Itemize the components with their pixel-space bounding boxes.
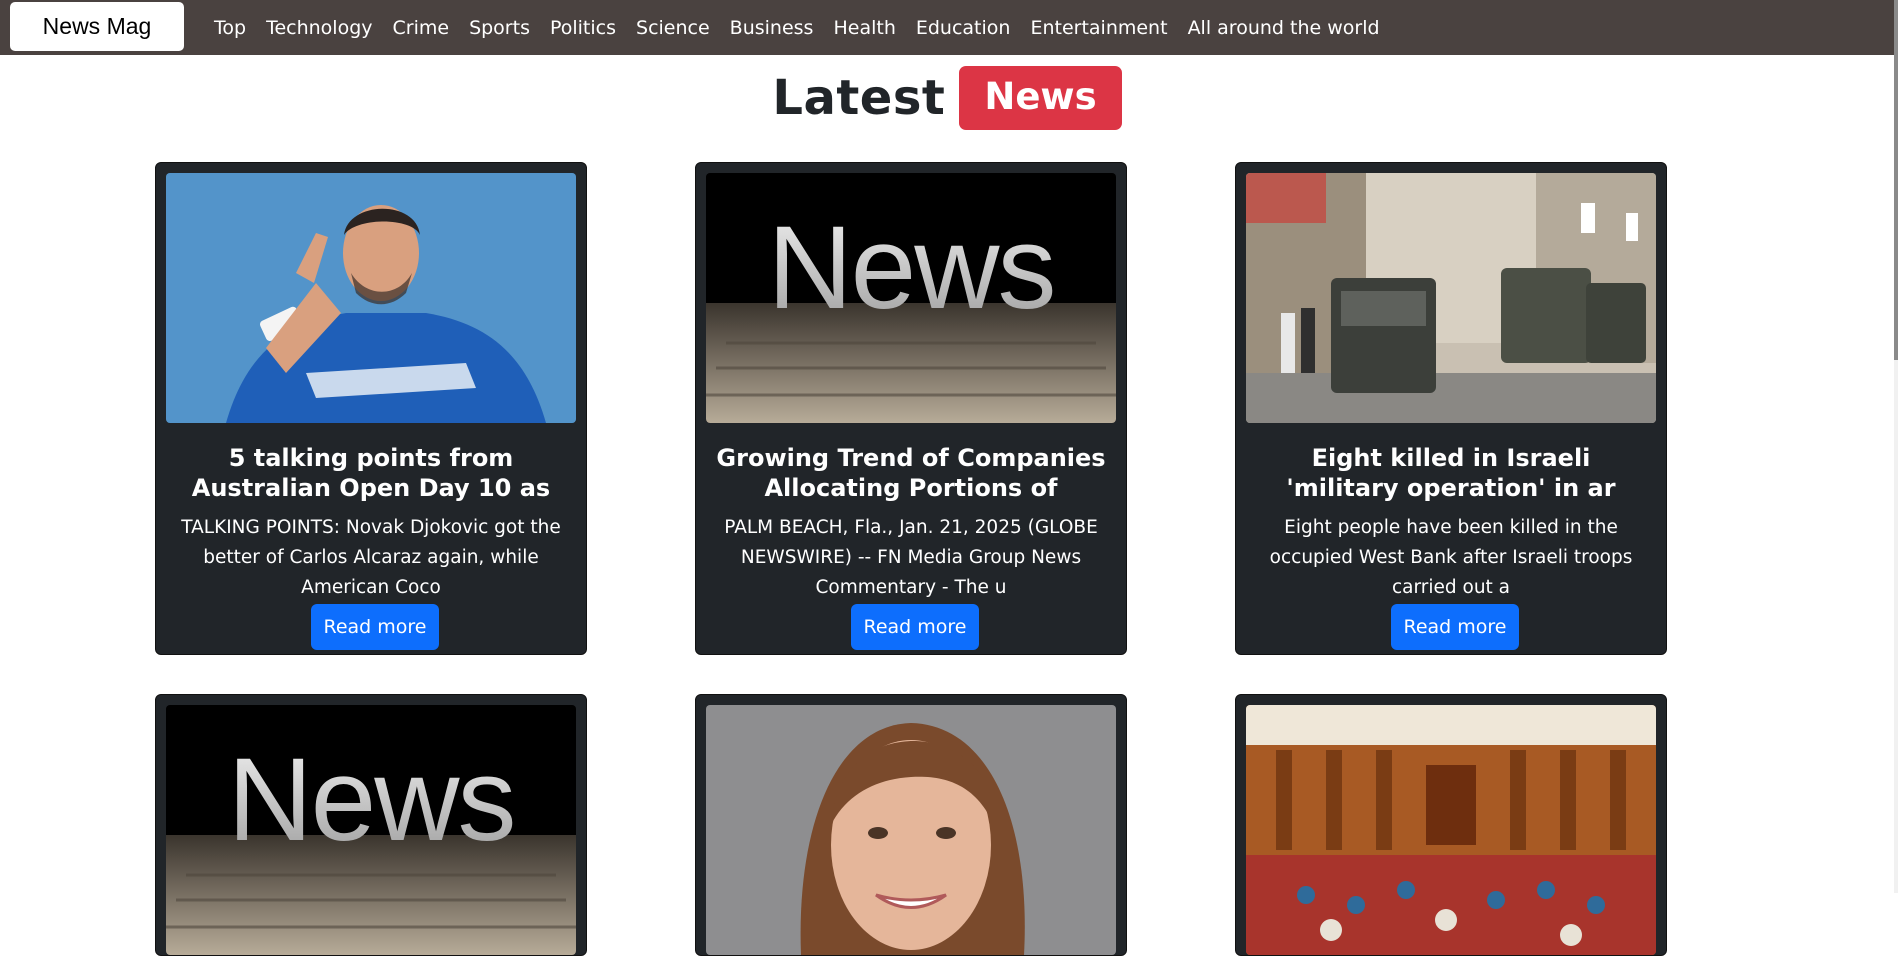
news-badge: News [959, 66, 1122, 130]
nav-link-world[interactable]: All around the world [1188, 17, 1380, 39]
card-image-chamber [1246, 705, 1656, 955]
card-title[interactable]: Growing Trend of Companies Allocating Po… [716, 443, 1106, 503]
nav-link-entertainment[interactable]: Entertainment [1030, 17, 1167, 39]
brand-logo[interactable]: News Mag [10, 2, 184, 51]
scrollbar-thumb[interactable] [1894, 0, 1898, 360]
card-image-portrait [706, 705, 1116, 955]
card-image-west-bank [1246, 173, 1656, 423]
nav-link-education[interactable]: Education [916, 17, 1011, 39]
news-card: Eight killed in Israeli 'military operat… [1235, 162, 1667, 655]
heading-latest: Latest [772, 70, 946, 126]
nav-link-health[interactable]: Health [833, 17, 895, 39]
card-image-news-placeholder: News [166, 705, 576, 955]
nav-link-politics[interactable]: Politics [550, 17, 616, 39]
news-card [1235, 694, 1667, 956]
card-description: Eight people have been killed in the occ… [1269, 517, 1633, 598]
nav-link-crime[interactable]: Crime [393, 17, 450, 39]
navbar: News Mag Top Technology Crime Sports Pol… [0, 0, 1894, 55]
news-card [695, 694, 1127, 956]
card-description: TALKING POINTS: Novak Djokovic got the b… [181, 517, 561, 598]
nav-link-business[interactable]: Business [730, 17, 814, 39]
card-title[interactable]: Eight killed in Israeli 'military operat… [1256, 443, 1646, 503]
svg-text:News: News [767, 202, 1054, 334]
page-scrollbar[interactable] [1894, 0, 1898, 893]
news-card: 5 talking points from Australian Open Da… [155, 162, 587, 655]
news-card: News Growing Trend of Companies Allocati… [695, 162, 1127, 655]
card-title[interactable]: 5 talking points from Australian Open Da… [176, 443, 566, 503]
read-more-button[interactable]: Read more [1391, 604, 1519, 650]
nav-links: Top Technology Crime Sports Politics Sci… [214, 0, 1380, 55]
nav-link-sports[interactable]: Sports [469, 17, 530, 39]
read-more-button[interactable]: Read more [311, 604, 439, 650]
card-description: PALM BEACH, Fla., Jan. 21, 2025 (GLOBE N… [724, 517, 1098, 598]
card-image-news-placeholder: News [706, 173, 1116, 423]
nav-link-technology[interactable]: Technology [266, 17, 372, 39]
card-image-tennis [166, 173, 576, 423]
nav-link-top[interactable]: Top [214, 17, 246, 39]
svg-text:News: News [227, 734, 514, 866]
news-card: News [155, 694, 587, 956]
read-more-button[interactable]: Read more [851, 604, 979, 650]
page-heading: Latest News [0, 64, 1894, 132]
nav-link-science[interactable]: Science [636, 17, 710, 39]
